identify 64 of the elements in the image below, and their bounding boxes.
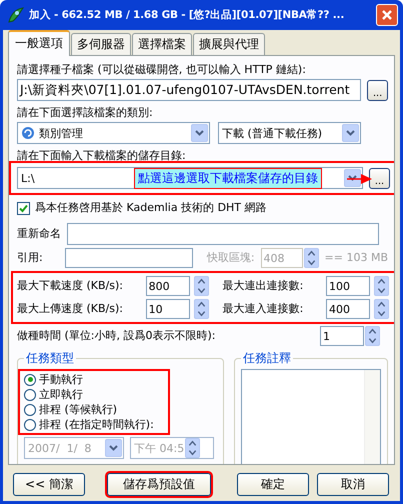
spin-button[interactable] [365,326,380,346]
tab[interactable]: 一般選項 [8,30,70,56]
limit-field[interactable]: 800 [146,276,190,296]
group-title: 任務類型 [25,350,75,367]
limit-field[interactable]: 100 [326,276,370,296]
cache-label: 快取區塊: [206,251,255,265]
refresh-icon [21,126,35,140]
spin-button[interactable] [194,299,209,319]
browse-button[interactable]: ... [367,80,388,100]
date-value: 2007/ 1/ 8 [28,442,92,454]
dialog-button[interactable]: 儲存爲預設值 [107,473,211,496]
dropdown-button[interactable] [344,169,361,187]
limit-label: 最大下載速度 (KB/s): [17,279,124,293]
annotation-arrow [347,174,372,184]
dialog-button[interactable]: 取消 [317,473,389,496]
spin-button[interactable] [374,299,389,319]
cache-size: == 103 MB [324,251,388,265]
close-icon [381,9,393,21]
spin-button[interactable] [304,248,319,268]
spin-button[interactable] [194,276,209,296]
seed-time-label: 做種時間 (單位:小時, 設爲0表示不限時): [17,329,216,343]
chevron-down-icon [195,130,204,136]
category-label: 請在下面選擇該檔案的類別: [17,106,154,120]
dropdown-button[interactable] [191,124,208,142]
notes-field[interactable] [241,369,381,464]
annotation-tooltip: 點選這邊選取下載檔案儲存的目錄 [134,168,322,189]
window-title: 加入 - 662.52 MB / 1.68 GB - [悠?出品][01.07][NBA常?? ... [29,8,346,22]
tab[interactable]: 擴展與代理 [193,33,265,55]
chevron-down-icon [348,175,357,181]
scrollbar[interactable] [364,370,380,464]
chevron-down-icon [346,130,355,136]
category-dropdown[interactable]: 類別管理 [17,122,210,144]
spin-button[interactable] [374,276,389,296]
rename-field[interactable] [67,223,379,245]
reference-label: 引用: [17,251,44,265]
limit-label: 最大連入連接數: [222,302,304,316]
dropdown-button[interactable] [342,124,359,142]
rename-label: 重新命名 [17,227,61,241]
task-mode-dropdown[interactable]: 下載 (普通下載任務) [218,122,361,144]
chevron-down-icon [109,445,118,451]
torrent-path-field[interactable]: J:\新資料夾\07[1].01.07-ufeng0107-UTAvsDEN.torrent [17,79,362,101]
spin-button[interactable] [185,438,200,458]
dht-checkbox[interactable] [17,202,30,214]
directory-label: 請在下面輸入下載檔案的儲存目錄: [17,149,187,163]
limit-label: 最大上傳速度 (KB/s): [17,302,124,316]
app-icon [7,6,25,24]
close-button[interactable] [376,4,398,26]
dht-label: 爲本任務啓用基於 Kademlia 技術的 DHT 網路 [35,201,267,215]
task-mode-value: 下載 (普通下載任務) [222,126,322,140]
reference-field[interactable] [64,248,193,268]
tab[interactable]: 多伺服器 [71,33,131,55]
dialog-button[interactable]: << 簡潔 [13,473,85,496]
dialog-button[interactable]: 確定 [237,473,309,496]
group-title: 任務註釋 [242,350,292,367]
time-value: 下午 04:5 [134,440,184,456]
category-value: 類別管理 [39,126,83,140]
limit-field[interactable]: 10 [146,299,190,319]
tab[interactable]: 選擇檔案 [132,33,192,55]
directory-value: L:\ [21,172,35,184]
torrent-label: 請選擇種子檔案 (可以從磁碟開啓, 也可以輸入 HTTP 鏈結): [17,63,307,77]
limit-field[interactable]: 400 [326,299,370,319]
browse-button[interactable]: ... [369,168,390,188]
seed-time-field[interactable]: 1 [320,326,364,346]
limit-label: 最大連出連接數: [222,279,304,293]
